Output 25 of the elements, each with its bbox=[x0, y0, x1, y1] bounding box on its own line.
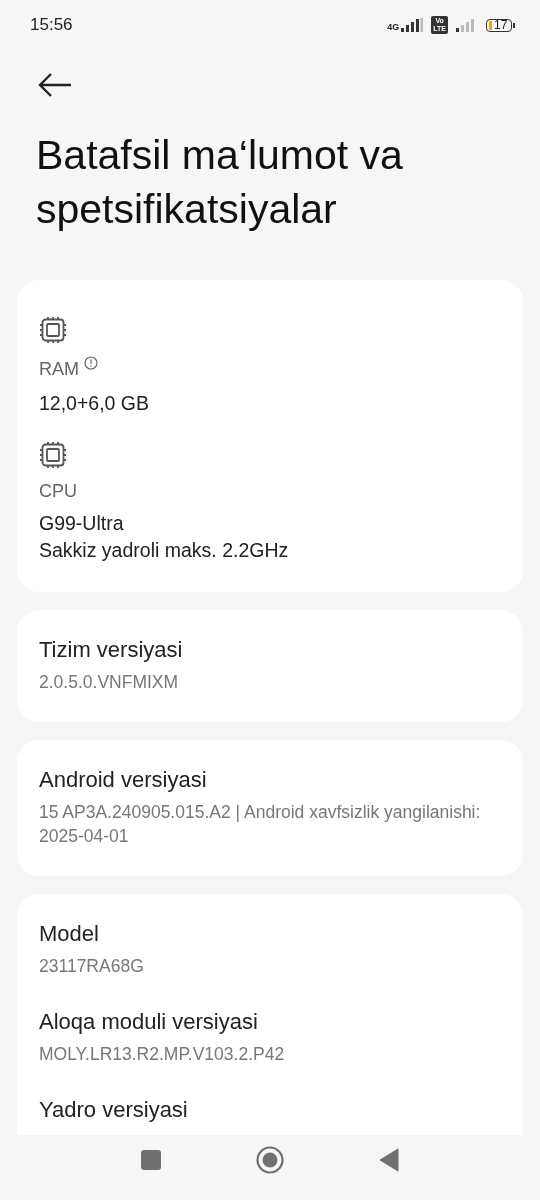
clock: 15:56 bbox=[30, 15, 73, 35]
spec-value: G99-Ultra bbox=[39, 511, 124, 536]
signal-icon bbox=[401, 18, 424, 32]
back-arrow-icon[interactable] bbox=[38, 72, 72, 98]
info-title: Model bbox=[39, 920, 100, 948]
spec-value: Sakkiz yadroli maks. 2.2GHz bbox=[39, 538, 289, 563]
home-button[interactable] bbox=[256, 1146, 284, 1174]
info-icon[interactable] bbox=[84, 356, 98, 370]
chip-icon bbox=[39, 316, 67, 344]
network-type: 4G bbox=[387, 22, 400, 32]
page-title: Batafsil ma‘lumot va spetsifikatsiyalar bbox=[36, 131, 404, 234]
info-title: Yadro versiyasi bbox=[39, 1096, 189, 1124]
battery-icon: 17 bbox=[486, 18, 512, 32]
spec-label: CPU bbox=[39, 481, 77, 502]
info-value: 23117RA68G bbox=[39, 955, 145, 978]
info-title: Android versiyasi bbox=[39, 766, 208, 794]
spec-label: RAM bbox=[39, 358, 79, 380]
back-button[interactable] bbox=[379, 1148, 399, 1172]
info-value: 15 AP3A.240905.015.A2 | Android xavfsizlik yangilanishi: 2025-04-01 bbox=[39, 801, 482, 848]
info-title: Aloqa moduli versiyasi bbox=[39, 1008, 259, 1036]
info-value: 2.0.5.0.VNFMIXM bbox=[39, 671, 180, 694]
info-value: MOLY.LR13.R2.MP.V103.2.P42 bbox=[39, 1043, 286, 1066]
info-title: Tizim versiyasi bbox=[39, 636, 184, 664]
spec-value: 12,0+6,0 GB bbox=[39, 391, 150, 416]
chip-icon bbox=[39, 441, 67, 469]
